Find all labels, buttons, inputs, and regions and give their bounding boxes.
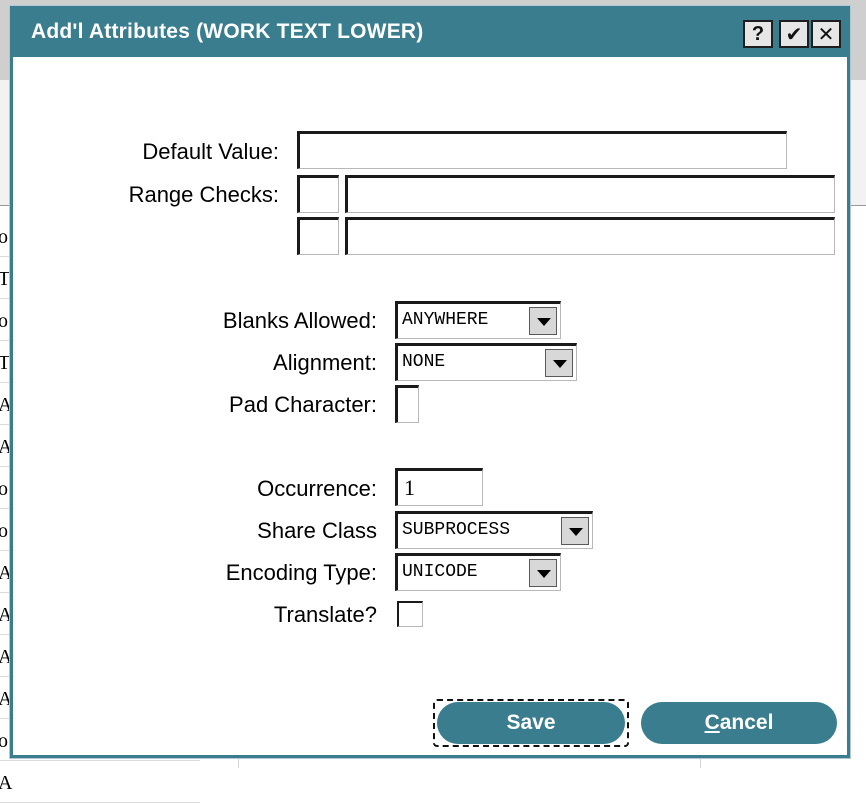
range-check-operator-2[interactable] <box>297 217 339 255</box>
title-bar[interactable]: Add'l Attributes (WORK TEXT LOWER) ? ✔ ✕ <box>13 9 847 57</box>
save-button[interactable]: Save <box>437 702 625 744</box>
share-class-select[interactable]: SUBPROCESS <box>395 511 593 549</box>
background-cell: o <box>0 310 8 332</box>
blanks-allowed-value: ANYWHERE <box>402 310 489 330</box>
cancel-button[interactable]: Cancel <box>641 702 837 744</box>
encoding-type-value: UNICODE <box>402 562 478 582</box>
chevron-down-icon[interactable] <box>561 517 589 545</box>
background-cell: T <box>0 268 11 290</box>
share-class-value: SUBPROCESS <box>402 520 511 540</box>
share-class-label: Share Class <box>257 518 377 543</box>
save-button-label: Save <box>506 711 556 734</box>
confirm-button[interactable]: ✔ <box>779 20 809 48</box>
background-cell: A <box>0 772 13 794</box>
additional-attributes-dialog: Add'l Attributes (WORK TEXT LOWER) ? ✔ ✕… <box>10 6 850 758</box>
cancel-label-rest: ancel <box>719 711 774 734</box>
background-cell: o <box>0 226 8 248</box>
pad-character-input[interactable] <box>395 385 419 423</box>
alignment-label: Alignment: <box>273 350 377 375</box>
occurrence-label: Occurrence: <box>257 476 377 501</box>
encoding-type-label: Encoding Type: <box>225 560 377 585</box>
default-value-input[interactable] <box>297 131 787 169</box>
range-check-value-2[interactable] <box>345 217 835 255</box>
background-cell: o <box>0 478 8 500</box>
default-value-label: Default Value: <box>142 139 279 164</box>
close-button[interactable]: ✕ <box>811 20 841 48</box>
blanks-allowed-select[interactable]: ANYWHERE <box>395 301 561 339</box>
translate-checkbox[interactable] <box>397 601 423 627</box>
range-checks-label: Range Checks: <box>128 182 279 207</box>
dialog-title: Add'l Attributes (WORK TEXT LOWER) <box>31 20 424 43</box>
background-cell: T <box>0 352 11 374</box>
blanks-allowed-label: Blanks Allowed: <box>222 308 377 333</box>
occurrence-input[interactable] <box>395 468 483 506</box>
range-check-value-1[interactable] <box>345 175 835 213</box>
cancel-mnemonic: C <box>704 711 720 734</box>
chevron-down-icon[interactable] <box>545 349 573 377</box>
chevron-down-icon[interactable] <box>529 307 557 335</box>
range-check-operator-1[interactable] <box>297 175 339 213</box>
translate-label: Translate? <box>273 602 377 627</box>
checkmark-icon: ✔ <box>785 23 803 46</box>
encoding-type-select[interactable]: UNICODE <box>395 553 561 591</box>
help-icon: ? <box>751 22 765 45</box>
help-button[interactable]: ? <box>743 20 773 48</box>
pad-character-label: Pad Character: <box>229 392 377 417</box>
alignment-select[interactable]: NONE <box>395 343 577 381</box>
background-cell: o <box>0 520 8 542</box>
cancel-button-label: Cancel <box>705 711 774 735</box>
background-cell: o <box>0 730 8 752</box>
alignment-value: NONE <box>402 352 446 372</box>
chevron-down-icon[interactable] <box>529 559 557 587</box>
background-row: A <box>0 760 200 803</box>
close-icon: ✕ <box>817 23 835 46</box>
